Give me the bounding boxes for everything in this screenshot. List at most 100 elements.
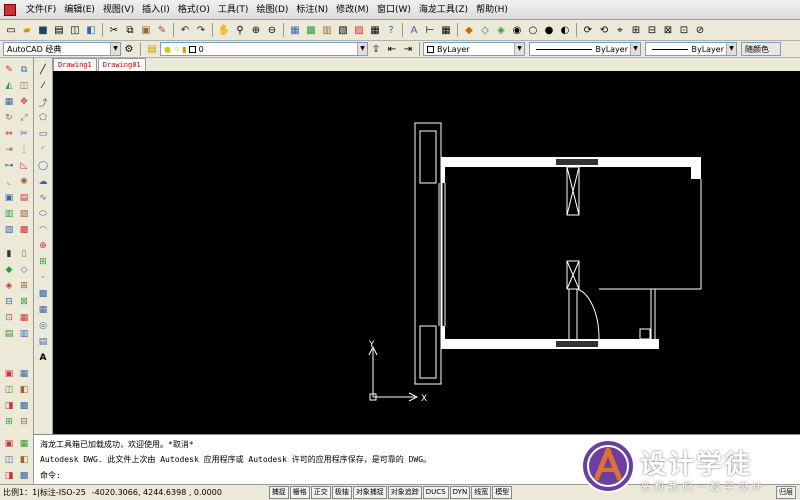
model-toggle[interactable]: 模型 bbox=[492, 486, 513, 499]
hailong-cmd-a-icon[interactable]: ▣ bbox=[3, 438, 15, 450]
match-properties-icon[interactable]: ✎ bbox=[155, 23, 169, 37]
hailong-cmd-d-icon[interactable]: ◧ bbox=[18, 454, 30, 466]
new-file-icon[interactable]: ▭ bbox=[4, 23, 18, 37]
draw-tool-f-icon[interactable]: ⊞ bbox=[18, 280, 30, 292]
menu-window[interactable]: 窗口(W) bbox=[373, 1, 415, 19]
hailong-palette-g-icon[interactable]: ⊞ bbox=[3, 416, 15, 428]
hatch-icon[interactable]: ▩ bbox=[37, 288, 49, 300]
dyn-toggle[interactable]: DYN bbox=[449, 486, 471, 499]
copy-object-icon[interactable]: ⧉ bbox=[18, 64, 30, 76]
gradient-icon[interactable]: ▦ bbox=[37, 304, 49, 316]
modify-tool-c-icon[interactable]: ▥ bbox=[3, 208, 15, 220]
zoom-previous-icon[interactable]: ⊖ bbox=[265, 23, 279, 37]
menu-draw[interactable]: 绘图(D) bbox=[252, 1, 292, 19]
menu-edit[interactable]: 编辑(E) bbox=[60, 1, 99, 19]
hailong-tool-3-icon[interactable]: ◈ bbox=[494, 23, 508, 37]
ortho-toggle[interactable]: 正交 bbox=[310, 486, 331, 499]
polygon-icon[interactable]: ⬠ bbox=[37, 112, 49, 124]
tab-drawing1[interactable]: Drawing1 bbox=[53, 58, 97, 71]
tool-palettes-icon[interactable]: ▥ bbox=[320, 23, 334, 37]
layer-tool-2-icon[interactable]: ⟲ bbox=[597, 23, 611, 37]
hailong-cmd-b-icon[interactable]: ▦ bbox=[18, 438, 30, 450]
pan-icon[interactable]: ✋ bbox=[217, 23, 231, 37]
layer-dropdown[interactable]: ● ☼ ▮ 0 ▼ bbox=[160, 42, 368, 56]
layer-manager-icon[interactable]: ▤ bbox=[145, 42, 159, 56]
plot-preview-icon[interactable]: ◫ bbox=[68, 23, 82, 37]
layer-tool-1-icon[interactable]: ⟳ bbox=[581, 23, 595, 37]
sheet-set-icon[interactable]: ▧ bbox=[336, 23, 350, 37]
break-icon[interactable]: ⋮ bbox=[18, 144, 30, 156]
zoom-window-icon[interactable]: ⊕ bbox=[249, 23, 263, 37]
grid-toggle[interactable]: 栅格 bbox=[289, 486, 310, 499]
circle-icon[interactable]: ◯ bbox=[37, 160, 49, 172]
layer-tool-3-icon[interactable]: ⌖ bbox=[613, 23, 627, 37]
draw-tool-j-icon[interactable]: ▦ bbox=[18, 312, 30, 324]
scale-icon[interactable]: ⤢ bbox=[18, 112, 30, 124]
hailong-tool-7-icon[interactable]: ◐ bbox=[558, 23, 572, 37]
redo-icon[interactable]: ↷ bbox=[194, 23, 208, 37]
color-dropdown[interactable]: ByLayer ▼ bbox=[423, 42, 525, 56]
hailong-palette-c-icon[interactable]: ◫ bbox=[3, 384, 15, 396]
multiline-text-icon[interactable]: A bbox=[37, 352, 49, 364]
move-icon[interactable]: ✥ bbox=[18, 96, 30, 108]
command-prompt[interactable]: 命令: bbox=[40, 470, 61, 481]
insert-block-icon[interactable]: ⊕ bbox=[37, 240, 49, 252]
dim-style-icon[interactable]: ⊢ bbox=[423, 23, 437, 37]
layer-tool-7-icon[interactable]: ⊡ bbox=[677, 23, 691, 37]
modify-tool-d-icon[interactable]: ▧ bbox=[18, 208, 30, 220]
help-icon[interactable]: ? bbox=[384, 23, 398, 37]
osnap-toggle[interactable]: 对象捕捉 bbox=[352, 486, 387, 499]
construction-line-icon[interactable]: ⁄ bbox=[37, 80, 49, 92]
stretch-icon[interactable]: ⇔ bbox=[3, 128, 15, 140]
draw-tool-g-icon[interactable]: ⊟ bbox=[3, 296, 15, 308]
otrack-toggle[interactable]: 对象追踪 bbox=[387, 486, 422, 499]
draw-tool-k-icon[interactable]: ▤ bbox=[3, 328, 15, 340]
menu-view[interactable]: 视图(V) bbox=[99, 1, 138, 19]
hailong-tool-6-icon[interactable]: ● bbox=[542, 23, 556, 37]
erase-icon[interactable]: ✎ bbox=[3, 64, 15, 76]
markup-icon[interactable]: ▨ bbox=[352, 23, 366, 37]
draw-tool-h-icon[interactable]: ⊠ bbox=[18, 296, 30, 308]
draw-tool-a-icon[interactable]: ▮ bbox=[3, 248, 15, 260]
open-file-icon[interactable]: ▰ bbox=[20, 23, 34, 37]
cut-icon[interactable]: ✂ bbox=[107, 23, 121, 37]
layer-tool-4-icon[interactable]: ⊞ bbox=[629, 23, 643, 37]
draw-tool-c-icon[interactable]: ◆ bbox=[3, 264, 15, 276]
spline-icon[interactable]: ∿ bbox=[37, 192, 49, 204]
hailong-palette-f-icon[interactable]: ▩ bbox=[18, 400, 30, 412]
hailong-palette-a-icon[interactable]: ▣ bbox=[3, 368, 15, 380]
coordinate-readout[interactable]: -4020.3066, 4244.6398 , 0.0000 bbox=[89, 488, 269, 497]
ellipse-icon[interactable]: ⬭ bbox=[37, 208, 49, 220]
revision-cloud-icon[interactable]: ☁ bbox=[37, 176, 49, 188]
make-object-layer-current-icon[interactable]: ⇪ bbox=[369, 42, 383, 56]
hailong-cmd-f-icon[interactable]: ▩ bbox=[18, 470, 30, 482]
modify-tool-e-icon[interactable]: ▨ bbox=[3, 224, 15, 236]
design-center-icon[interactable]: ▩ bbox=[304, 23, 318, 37]
offset-icon[interactable]: ◫ bbox=[18, 80, 30, 92]
table-icon[interactable]: ▤ bbox=[37, 336, 49, 348]
point-icon[interactable]: · bbox=[37, 272, 49, 284]
print-icon[interactable]: ▤ bbox=[52, 23, 66, 37]
region-icon[interactable]: ◎ bbox=[37, 320, 49, 332]
hailong-tool-2-icon[interactable]: ◇ bbox=[478, 23, 492, 37]
linetype-dropdown[interactable]: ByLayer ▼ bbox=[529, 42, 641, 56]
modify-tool-b-icon[interactable]: ▤ bbox=[18, 192, 30, 204]
draw-tool-b-icon[interactable]: ▯ bbox=[18, 248, 30, 260]
explode-icon[interactable]: ✺ bbox=[18, 176, 30, 188]
publish-icon[interactable]: ◧ bbox=[84, 23, 98, 37]
modify-tool-f-icon[interactable]: ▩ bbox=[18, 224, 30, 236]
layer-previous-icon[interactable]: ⇤ bbox=[385, 42, 399, 56]
menu-help[interactable]: 帮助(H) bbox=[472, 1, 512, 19]
hailong-tool-5-icon[interactable]: ○ bbox=[526, 23, 540, 37]
autocad-app-icon[interactable] bbox=[4, 3, 16, 16]
polar-toggle[interactable]: 极轴 bbox=[331, 486, 352, 499]
snap-toggle[interactable]: 捕捉 bbox=[268, 486, 289, 499]
extend-icon[interactable]: ⇥ bbox=[3, 144, 15, 156]
text-style-icon[interactable]: A bbox=[407, 23, 421, 37]
menu-insert[interactable]: 插入(I) bbox=[138, 1, 174, 19]
plotstyle-dropdown[interactable]: 随颜色 bbox=[741, 42, 781, 56]
rotate-icon[interactable]: ↻ bbox=[3, 112, 15, 124]
arc-icon[interactable]: ◜ bbox=[37, 144, 49, 156]
join-icon[interactable]: ⊶ bbox=[3, 160, 15, 172]
menu-tools[interactable]: 工具(T) bbox=[214, 1, 253, 19]
